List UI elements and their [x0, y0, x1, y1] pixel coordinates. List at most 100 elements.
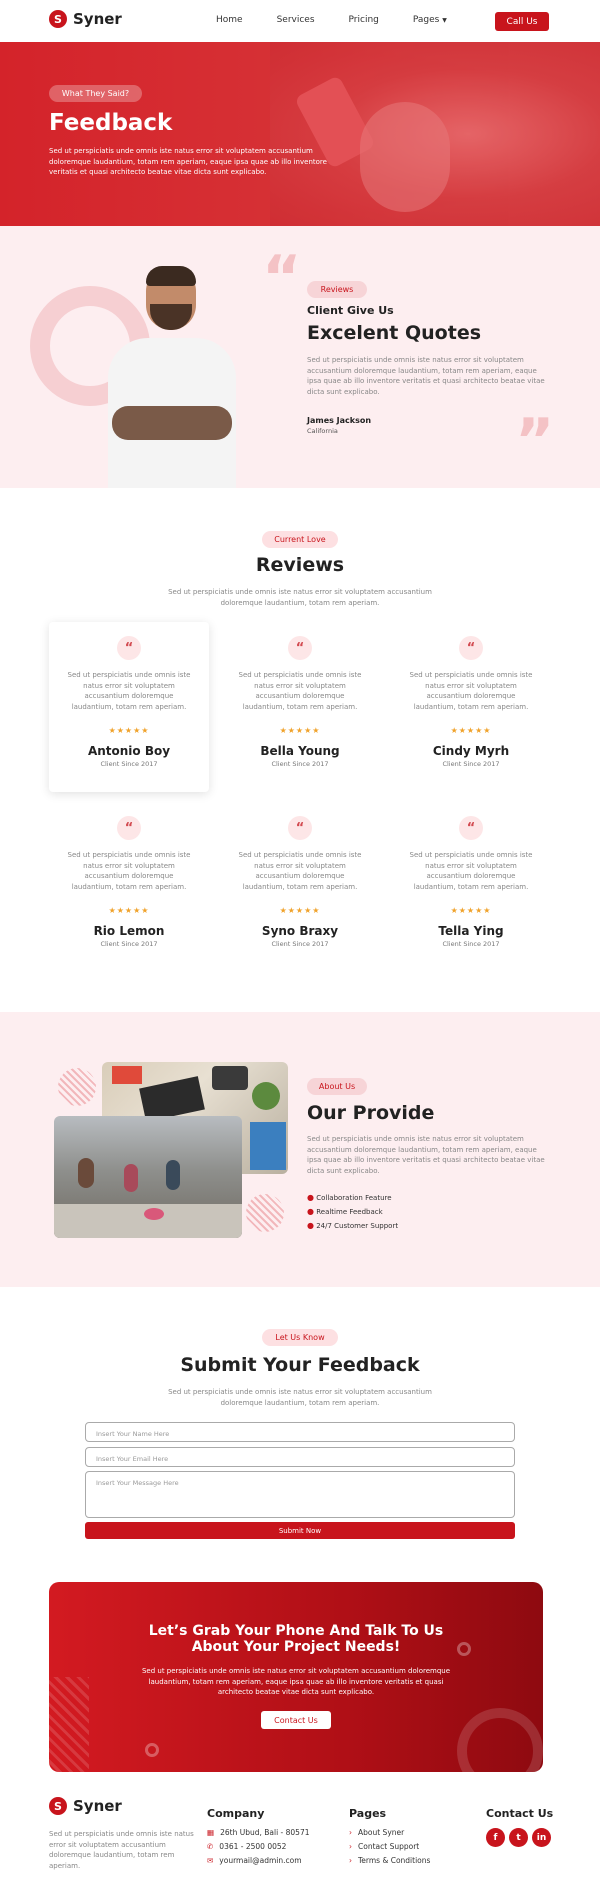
- quote-open-icon: “: [262, 243, 302, 313]
- review-text: Sed ut perspiciatis unde omnis iste natu…: [67, 671, 191, 711]
- linkedin-icon[interactable]: in: [532, 1828, 551, 1847]
- man-arms: [112, 406, 232, 440]
- nav-services[interactable]: Services: [277, 15, 315, 25]
- quote-icon: “: [288, 636, 312, 660]
- phone-icon: ✆: [207, 1842, 214, 1851]
- footer-phone-text: 0361 - 2500 0052: [219, 1842, 287, 1851]
- name-field[interactable]: Insert Your Name Here: [85, 1422, 515, 1442]
- review-text: Sed ut perspiciatis unde omnis iste natu…: [238, 851, 362, 891]
- hero-text: Sed ut perspiciatis unde omnis iste natu…: [49, 147, 327, 176]
- star-rating: ★★★★★: [450, 726, 492, 735]
- office-photo: [54, 1116, 242, 1238]
- footer-address: ▦ 26th Ubud, Bali - 80571: [207, 1828, 310, 1837]
- quote-author: James Jackson: [307, 416, 372, 425]
- desk-object: [112, 1066, 142, 1084]
- brand-name: Syner: [73, 1797, 122, 1815]
- decor-stripes: [49, 1677, 89, 1772]
- feature-item: ● Realtime Feedback: [307, 1205, 398, 1219]
- contact-us-button[interactable]: Contact Us: [261, 1711, 331, 1729]
- chevron-right-icon: ›: [349, 1856, 352, 1865]
- quote-icon: “: [459, 816, 483, 840]
- hero-pill: What They Said?: [49, 85, 142, 102]
- social-links: f t in: [486, 1828, 551, 1847]
- cta-title: Let’s Grab Your Phone And Talk To Us Abo…: [49, 1623, 543, 1655]
- logo-icon: S: [49, 10, 67, 28]
- about-us-pill: About Us: [307, 1078, 367, 1095]
- email-field[interactable]: Insert Your Email Here: [85, 1447, 515, 1467]
- man-hair: [146, 266, 196, 286]
- star-rating: ★★★★★: [279, 906, 321, 915]
- footer-pages-title: Pages: [349, 1807, 387, 1820]
- let-us-know-pill: Let Us Know: [262, 1329, 338, 1346]
- desk-object: [212, 1066, 248, 1090]
- review-card: “ Sed ut perspiciatis unde omnis iste na…: [49, 622, 209, 792]
- footer-page-link[interactable]: › About Syner: [349, 1828, 430, 1837]
- man-photo: [108, 266, 236, 488]
- logo-icon: S: [49, 1797, 67, 1815]
- footer-logo[interactable]: S Syner: [49, 1797, 122, 1815]
- desk-object: [252, 1082, 280, 1110]
- footer-page-link[interactable]: › Contact Support: [349, 1842, 430, 1851]
- reviews-text: Sed ut perspiciatis unde omnis iste natu…: [168, 588, 432, 607]
- quote-close-icon: ”: [515, 406, 555, 476]
- star-rating: ★★★★★: [108, 726, 150, 735]
- twitter-icon[interactable]: t: [509, 1828, 528, 1847]
- feature-list: ● Collaboration Feature ● Realtime Feedb…: [307, 1191, 398, 1233]
- reviewer-name: Cindy Myrh: [432, 744, 510, 758]
- review-card: “ Sed ut perspiciatis unde omnis iste na…: [220, 802, 380, 972]
- footer-email[interactable]: ✉ yourmail@admin.com: [207, 1856, 310, 1865]
- review-card: “ Sed ut perspiciatis unde omnis iste na…: [220, 622, 380, 792]
- desk-object: [250, 1122, 286, 1170]
- footer-contact-title: Contact Us: [486, 1807, 554, 1820]
- cta-banner: Let’s Grab Your Phone And Talk To Us Abo…: [49, 1582, 543, 1772]
- office-person: [124, 1164, 138, 1192]
- provide-section: About Us Our Provide Sed ut perspiciatis…: [0, 1012, 600, 1287]
- hero-banner: What They Said? Feedback Sed ut perspici…: [0, 42, 600, 226]
- feature-item: ● Collaboration Feature: [307, 1191, 398, 1205]
- reviewer-since: Client Since 2017: [442, 940, 500, 948]
- footer-address-text: 26th Ubud, Bali - 80571: [220, 1828, 310, 1837]
- decor-ring: [145, 1743, 159, 1757]
- reviewer-name: Tella Ying: [438, 924, 504, 938]
- decor-dots: [58, 1068, 96, 1106]
- mail-icon: ✉: [207, 1856, 214, 1865]
- brand-logo[interactable]: S Syner: [49, 10, 122, 28]
- review-text: Sed ut perspiciatis unde omnis iste natu…: [409, 671, 533, 711]
- footer-phone[interactable]: ✆ 0361 - 2500 0052: [207, 1842, 310, 1851]
- footer-company-list: ▦ 26th Ubud, Bali - 80571 ✆ 0361 - 2500 00…: [207, 1828, 310, 1870]
- provide-title: Our Provide: [307, 1102, 435, 1124]
- submit-button[interactable]: Submit Now: [85, 1522, 515, 1539]
- nav-pages[interactable]: Pages ▼: [413, 15, 447, 25]
- quote-icon: “: [459, 636, 483, 660]
- quote-section: “ ” Reviews Client Give Us Excelent Quot…: [0, 226, 600, 488]
- reviewer-name: Bella Young: [260, 744, 340, 758]
- decor-ring: [457, 1708, 543, 1772]
- footer-page-link[interactable]: › Terms & Conditions: [349, 1856, 430, 1865]
- footer-company-title: Company: [207, 1807, 265, 1820]
- review-text: Sed ut perspiciatis unde omnis iste natu…: [238, 671, 362, 711]
- cta-text: Sed ut perspiciatis unde omnis iste natu…: [141, 1667, 451, 1696]
- feature-label: Collaboration Feature: [316, 1194, 392, 1202]
- reviewer-name: Syno Braxy: [261, 924, 339, 938]
- quote-text: Sed ut perspiciatis unde omnis iste natu…: [307, 356, 545, 396]
- nav-home[interactable]: Home: [216, 15, 243, 25]
- man-beard: [150, 304, 192, 330]
- message-field[interactable]: Insert Your Message Here: [85, 1471, 515, 1518]
- main-menu: Home Services Pricing Pages ▼: [216, 15, 447, 25]
- star-rating: ★★★★★: [108, 906, 150, 915]
- star-rating: ★★★★★: [279, 726, 321, 735]
- check-icon: ●: [307, 1193, 314, 1202]
- provide-text: Sed ut perspiciatis unde omnis iste natu…: [307, 1135, 545, 1175]
- nav-pricing[interactable]: Pricing: [349, 15, 379, 25]
- chevron-down-icon: ▼: [442, 17, 447, 24]
- call-us-button[interactable]: Call Us: [495, 12, 549, 31]
- footer-page-label: Terms & Conditions: [358, 1856, 431, 1865]
- star-rating: ★★★★★: [450, 906, 492, 915]
- hero-photo: [270, 42, 600, 226]
- hand-shape: [360, 102, 450, 212]
- quote-title: Excelent Quotes: [307, 322, 482, 344]
- chevron-right-icon: ›: [349, 1842, 352, 1851]
- reviewer-name: Rio Lemon: [93, 924, 165, 938]
- top-navbar: S Syner Home Services Pricing Pages ▼ Ca…: [0, 0, 600, 42]
- facebook-icon[interactable]: f: [486, 1828, 505, 1847]
